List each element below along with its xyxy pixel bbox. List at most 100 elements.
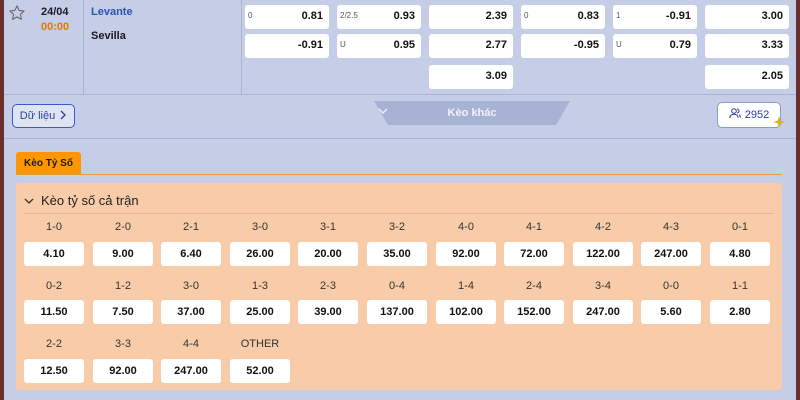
odds-value: 0.95 xyxy=(393,39,415,51)
score-odds-button[interactable]: 247.00 xyxy=(161,359,221,383)
divider xyxy=(24,213,774,214)
odds-value: 2.05 xyxy=(761,70,783,82)
odds-line: 1 xyxy=(616,11,621,20)
odds-value: -0.91 xyxy=(297,39,323,51)
score-label: 1-3 xyxy=(252,280,268,292)
odds-value: 0.79 xyxy=(669,39,691,51)
chevron-right-icon xyxy=(59,110,67,123)
score-odds-button[interactable]: 12.50 xyxy=(24,359,84,383)
score-odds-button[interactable]: 39.00 xyxy=(298,300,358,324)
odds-cell-half-handicap-away[interactable]: -0.95 xyxy=(521,34,605,58)
odds-cell-half-handicap-home[interactable]: 0 0.83 xyxy=(521,5,605,29)
odds-cell-under[interactable]: U 0.95 xyxy=(337,34,421,58)
score-label: 1-0 xyxy=(46,221,62,233)
score-odds-button[interactable]: 137.00 xyxy=(367,300,427,324)
odds-value: -0.91 xyxy=(665,10,691,22)
divider xyxy=(4,94,796,95)
score-odds-button[interactable]: 26.00 xyxy=(230,242,290,266)
odds-value: 3.00 xyxy=(761,10,783,22)
odds-cell-half-under[interactable]: U 0.79 xyxy=(613,34,697,58)
score-label: OTHER xyxy=(240,338,280,350)
score-label: 0-2 xyxy=(46,280,62,292)
match-time: 00:00 xyxy=(41,21,70,33)
score-odds-button[interactable]: 20.00 xyxy=(298,242,358,266)
odds-value: 3.09 xyxy=(485,70,507,82)
score-label: 4-3 xyxy=(663,221,679,233)
panel-title: Kèo tỷ số cả trận xyxy=(41,193,139,208)
tab-correct-score[interactable]: Kèo Tỷ Số xyxy=(16,152,81,175)
home-team-name[interactable]: Levante xyxy=(91,6,133,18)
score-odds-button[interactable]: 35.00 xyxy=(367,242,427,266)
score-label: 3-0 xyxy=(183,280,199,292)
odds-cell-half-1x2-away[interactable]: 3.33 xyxy=(705,34,789,58)
odds-cell-1x2-draw[interactable]: 3.09 xyxy=(429,65,513,89)
score-odds-button[interactable]: 11.50 xyxy=(24,300,84,324)
odds-cell-half-1x2-draw[interactable]: 2.05 xyxy=(705,65,789,89)
odds-line: 0 xyxy=(248,11,253,20)
odds-line: 2/2.5 xyxy=(340,11,358,20)
viewers-counter[interactable]: 2952 xyxy=(717,102,781,128)
score-label: 1-1 xyxy=(732,280,748,292)
score-label: 0-4 xyxy=(389,280,405,292)
score-odds-button[interactable]: 247.00 xyxy=(641,242,701,266)
score-label: 0-0 xyxy=(663,280,679,292)
divider xyxy=(241,0,242,94)
score-label: 3-3 xyxy=(115,338,131,350)
chevron-down-icon xyxy=(378,108,388,114)
odds-cell-handicap-away[interactable]: -0.91 xyxy=(245,34,329,58)
panel-header[interactable]: Kèo tỷ số cả trận xyxy=(24,193,139,208)
away-team-name[interactable]: Sevilla xyxy=(91,30,126,42)
odds-cell-1x2-away[interactable]: 2.77 xyxy=(429,34,513,58)
odds-value: 2.39 xyxy=(485,10,507,22)
score-odds-button[interactable]: 25.00 xyxy=(230,300,290,324)
score-odds-button[interactable]: 92.00 xyxy=(93,359,153,383)
score-odds-button[interactable]: 9.00 xyxy=(93,242,153,266)
score-label: 2-4 xyxy=(526,280,542,292)
score-label: 1-4 xyxy=(458,280,474,292)
data-button[interactable]: Dữ liệu xyxy=(12,104,75,128)
odds-cell-1x2-home[interactable]: 2.39 xyxy=(429,5,513,29)
match-odds-frame: 24/04 00:00 Levante Sevilla 0 0.81 -0.91… xyxy=(4,0,796,400)
score-label: 4-2 xyxy=(595,221,611,233)
sparkle-icon xyxy=(773,116,785,128)
favorite-star-icon[interactable] xyxy=(8,4,26,22)
data-button-label: Dữ liệu xyxy=(19,110,56,122)
score-odds-button[interactable]: 122.00 xyxy=(573,242,633,266)
score-odds-button[interactable]: 2.80 xyxy=(710,300,770,324)
odds-line: U xyxy=(340,40,346,49)
odds-cell-half-over[interactable]: 1 -0.91 xyxy=(613,5,697,29)
score-odds-button[interactable]: 37.00 xyxy=(161,300,221,324)
score-odds-button[interactable]: 5.60 xyxy=(641,300,701,324)
score-odds-button[interactable]: 52.00 xyxy=(230,359,290,383)
score-odds-button[interactable]: 6.40 xyxy=(161,242,221,266)
odds-cell-over[interactable]: 2/2.5 0.93 xyxy=(337,5,421,29)
odds-value: 0.93 xyxy=(393,10,415,22)
score-odds-button[interactable]: 92.00 xyxy=(436,242,496,266)
score-odds-button[interactable]: 72.00 xyxy=(504,242,564,266)
score-label: 1-2 xyxy=(115,280,131,292)
score-odds-button[interactable]: 4.10 xyxy=(24,242,84,266)
score-label: 2-2 xyxy=(46,338,62,350)
score-label: 2-3 xyxy=(320,280,336,292)
odds-value: 0.83 xyxy=(577,10,599,22)
score-odds-button[interactable]: 152.00 xyxy=(504,300,564,324)
odds-cell-handicap-home[interactable]: 0 0.81 xyxy=(245,5,329,29)
odds-line: 0 xyxy=(524,11,529,20)
score-odds-button[interactable]: 4.80 xyxy=(710,242,770,266)
odds-value: 0.81 xyxy=(301,10,323,22)
odds-value: 2.77 xyxy=(485,39,507,51)
odds-value: -0.95 xyxy=(573,39,599,51)
score-odds-button[interactable]: 102.00 xyxy=(436,300,496,324)
score-label: 2-1 xyxy=(183,221,199,233)
more-odds-button[interactable]: Kèo khác xyxy=(374,101,570,125)
users-icon xyxy=(729,108,741,122)
odds-value: 3.33 xyxy=(761,39,783,51)
score-odds-button[interactable]: 247.00 xyxy=(573,300,633,324)
score-label: 3-1 xyxy=(320,221,336,233)
divider xyxy=(4,138,796,139)
more-odds-label: Kèo khác xyxy=(374,107,570,119)
score-label: 2-0 xyxy=(115,221,131,233)
score-odds-button[interactable]: 7.50 xyxy=(93,300,153,324)
odds-cell-half-1x2-home[interactable]: 3.00 xyxy=(705,5,789,29)
match-date: 24/04 xyxy=(41,6,69,18)
